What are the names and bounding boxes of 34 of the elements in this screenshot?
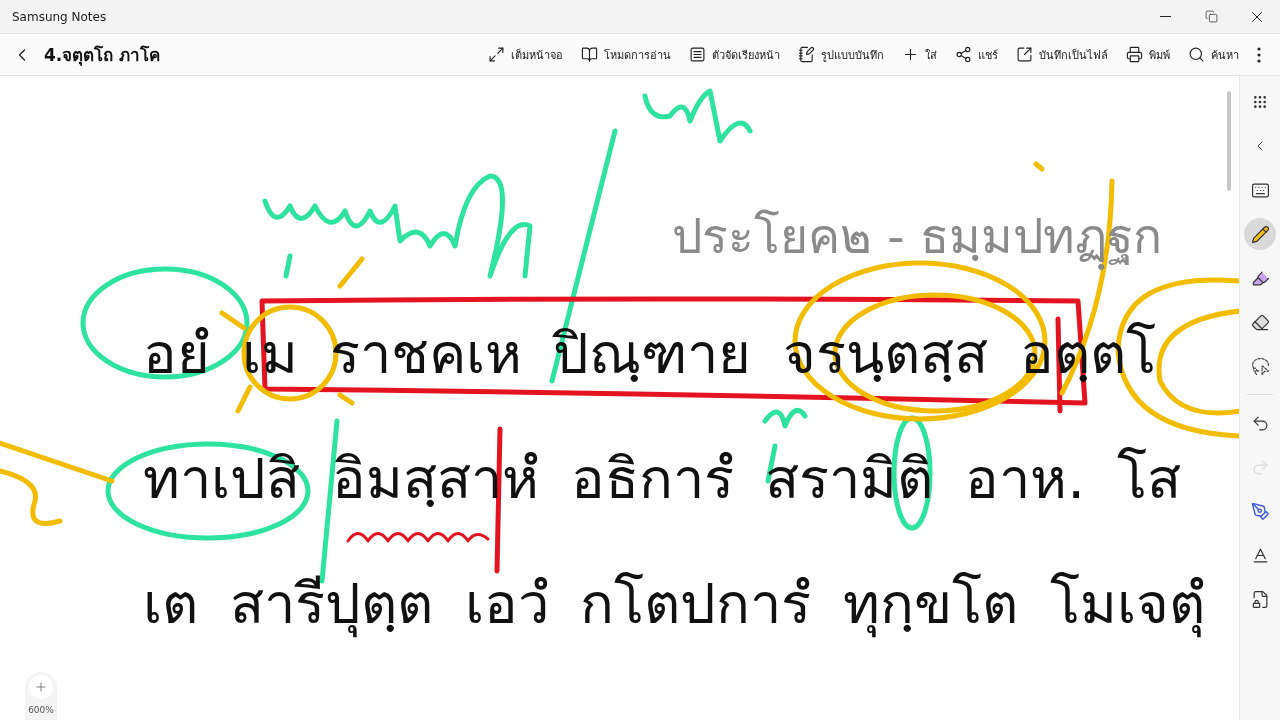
pages-button[interactable]: ตัวจัดเรียงหน้า bbox=[680, 41, 789, 68]
plus-icon bbox=[34, 680, 48, 694]
pen-nib-icon bbox=[1250, 501, 1270, 521]
share-icon bbox=[955, 46, 972, 63]
reading-button[interactable]: โหมดการอ่าน bbox=[572, 41, 680, 68]
notebook-icon bbox=[798, 46, 815, 63]
insert-button[interactable]: ใส่ bbox=[893, 41, 946, 68]
minimize-icon bbox=[1159, 16, 1171, 17]
search-button[interactable]: ค้นหา bbox=[1179, 41, 1248, 68]
zoom-level: 600% bbox=[28, 705, 54, 715]
scrollbar[interactable] bbox=[1227, 91, 1231, 191]
dots-icon bbox=[1252, 94, 1268, 110]
print-button[interactable]: พิมพ์ bbox=[1117, 41, 1179, 68]
book-icon bbox=[581, 46, 598, 63]
search-icon bbox=[1188, 46, 1205, 63]
export-button[interactable]: บันทึกเป็นไฟล์ bbox=[1007, 41, 1117, 68]
note-title: 4.จตุตโถ ภาโค bbox=[44, 44, 162, 68]
pen-tool[interactable] bbox=[1244, 218, 1276, 250]
style-button[interactable]: รูปแบบบันทึก bbox=[789, 41, 893, 68]
pen-icon bbox=[1250, 224, 1270, 244]
app-title: Samsung Notes bbox=[12, 9, 108, 24]
printer-icon bbox=[1126, 46, 1143, 63]
share-button[interactable]: แชร์ bbox=[946, 41, 1007, 68]
fullscreen-button[interactable]: เต็มหน้าจอ bbox=[479, 41, 572, 68]
lasso-icon bbox=[1250, 356, 1270, 376]
restore-icon bbox=[1204, 10, 1218, 23]
plus-icon bbox=[902, 46, 919, 63]
export-icon bbox=[1016, 46, 1033, 63]
file-lock-icon bbox=[1250, 589, 1270, 609]
expand-arrows-icon bbox=[488, 46, 505, 63]
eraser-icon bbox=[1250, 312, 1270, 332]
page-list-icon bbox=[689, 46, 706, 63]
note-text-line: เต สารีปุตฺต เอวํ กโตปการํ ทุกฺขโต โมเจตุํ bbox=[143, 570, 1206, 640]
more-icon bbox=[1257, 46, 1261, 63]
